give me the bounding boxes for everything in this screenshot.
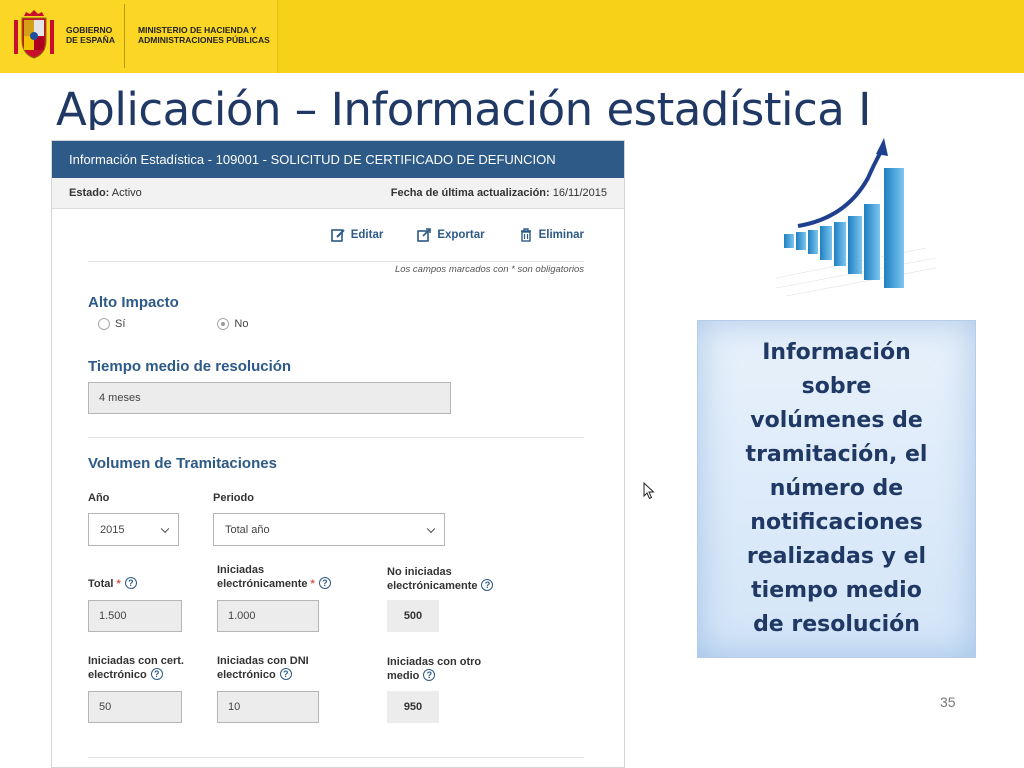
cert-label: Iniciadas con cert. electrónico? xyxy=(88,654,184,682)
periodo-select-value: Total año xyxy=(225,523,270,536)
iniciadas-elec-label-line2: electrónicamente xyxy=(217,578,308,590)
statistics-panel: Información Estadística - 109001 - SOLIC… xyxy=(51,140,625,768)
no-iniciadas-label: No iniciadas electrónicamente? xyxy=(387,565,494,593)
required-fields-note: Los campos marcados con * son obligatori… xyxy=(394,264,584,275)
delete-button[interactable]: Eliminar xyxy=(519,228,584,242)
ministry-name: Ministerio de Hacienda y Administracione… xyxy=(138,25,270,45)
required-star: * xyxy=(310,578,315,590)
fecha-value: 16/11/2015 xyxy=(552,187,607,199)
anio-label: Año xyxy=(88,492,110,504)
dni-label-line2: electrónico xyxy=(217,669,276,681)
cert-label-line2: electrónico xyxy=(88,669,147,681)
dni-label-line1: Iniciadas con DNI xyxy=(217,655,309,667)
required-star: * xyxy=(116,578,121,590)
fecha-label: Fecha de última actualización: xyxy=(390,187,550,199)
radio-si-label: Sí xyxy=(115,318,126,330)
total-label: Total *? xyxy=(88,577,137,591)
alto-impacto-title: Alto Impacto xyxy=(88,294,179,311)
info-callout: Información sobre volúmenes de tramitaci… xyxy=(697,320,976,658)
chevron-down-icon xyxy=(426,524,436,533)
help-icon[interactable]: ? xyxy=(318,577,331,589)
radio-si-circle xyxy=(98,318,110,330)
help-icon[interactable]: ? xyxy=(279,668,292,680)
otro-label: Iniciadas con otro medio? xyxy=(387,655,481,683)
radio-no-label: No xyxy=(234,318,249,330)
export-icon xyxy=(417,228,432,242)
banner-separator xyxy=(124,4,125,68)
page-number: 35 xyxy=(940,694,956,710)
government-logo: Gobierno de España Ministerio de Haciend… xyxy=(0,0,278,73)
estado-value: Activo xyxy=(111,187,142,199)
government-name: Gobierno de España xyxy=(66,25,115,45)
otro-label-line1: Iniciadas con otro xyxy=(387,656,482,668)
tiempo-medio-field[interactable]: 4 meses xyxy=(88,382,451,414)
radio-no-circle xyxy=(217,318,230,330)
edit-button[interactable]: Editar xyxy=(330,228,384,242)
government-banner: Gobierno de España Ministerio de Haciend… xyxy=(0,0,1024,73)
slide-title: Aplicación – Información estadística I xyxy=(56,83,871,130)
coat-of-arms-icon xyxy=(14,10,54,59)
growth-chart-icon xyxy=(776,138,936,297)
anio-select[interactable]: 2015 xyxy=(88,513,179,546)
export-label: Exportar xyxy=(437,229,485,241)
periodo-select[interactable]: Total año xyxy=(213,513,445,546)
panel-status-bar: Estado: Activo Fecha de última actualiza… xyxy=(52,178,624,209)
volumen-title: Volumen de Tramitaciones xyxy=(88,455,277,472)
iniciadas-elec-label-line1: Iniciadas xyxy=(217,564,265,576)
help-icon[interactable]: ? xyxy=(124,577,137,589)
estado-label: Estado: xyxy=(69,187,110,199)
otro-label-line2: medio xyxy=(387,670,420,682)
delete-label: Eliminar xyxy=(538,229,584,241)
last-update: Fecha de última actualización: 16/11/201… xyxy=(391,178,607,209)
dni-label: Iniciadas con DNI electrónico? xyxy=(217,654,309,682)
trash-icon xyxy=(520,228,531,242)
edit-label: Editar xyxy=(350,229,384,241)
export-button[interactable]: Exportar xyxy=(417,228,485,242)
radio-no[interactable]: No xyxy=(217,318,248,330)
help-icon[interactable]: ? xyxy=(150,668,163,680)
iniciadas-elec-field[interactable]: 1.000 xyxy=(217,600,319,632)
iniciadas-elec-label: Iniciadas electrónicamente *? xyxy=(217,563,331,591)
otro-value: 950 xyxy=(387,691,439,723)
radio-si[interactable]: Sí xyxy=(98,318,125,330)
chevron-down-icon xyxy=(160,524,170,533)
no-iniciadas-label-line1: No iniciadas xyxy=(387,566,452,578)
panel-header: Información Estadística - 109001 - SOLIC… xyxy=(52,141,624,178)
dni-field[interactable]: 10 xyxy=(217,691,319,723)
divider xyxy=(88,757,584,758)
periodo-label: Periodo xyxy=(213,492,254,504)
divider xyxy=(88,261,584,262)
anio-select-value: 2015 xyxy=(100,523,125,536)
total-field[interactable]: 1.500 xyxy=(88,600,182,632)
no-iniciadas-value: 500 xyxy=(387,600,439,632)
divider xyxy=(88,437,584,438)
action-toolbar: Editar Exportar Eliminar xyxy=(330,228,584,242)
mouse-cursor-icon xyxy=(643,482,655,500)
help-icon[interactable]: ? xyxy=(423,669,436,681)
cert-label-line1: Iniciadas con cert. xyxy=(88,655,184,667)
tiempo-medio-title: Tiempo medio de resolución xyxy=(88,358,292,375)
help-icon[interactable]: ? xyxy=(481,579,494,591)
info-callout-text: Información sobre volúmenes de tramitaci… xyxy=(745,340,928,637)
total-label-text: Total xyxy=(88,578,114,590)
no-iniciadas-label-line2: electrónicamente xyxy=(387,580,478,592)
edit-icon xyxy=(330,229,345,242)
alto-impacto-options: Sí No xyxy=(98,318,248,330)
cert-field[interactable]: 50 xyxy=(88,691,182,723)
